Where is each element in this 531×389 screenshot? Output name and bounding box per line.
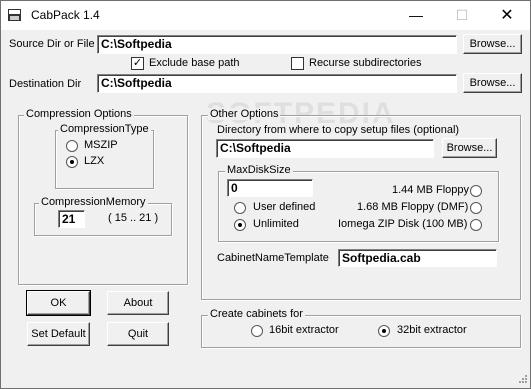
cabinet-name-template-label: CabinetNameTemplate (217, 252, 329, 264)
window-title: CabPack 1.4 (31, 8, 100, 22)
floppy-144-radio[interactable] (470, 185, 482, 197)
source-label: Source Dir or File (9, 38, 95, 50)
recurse-subdirectories-label: Recurse subdirectories (309, 57, 422, 69)
exclude-base-path-checkbox[interactable]: ✓ (131, 57, 144, 70)
resize-grip-icon[interactable] (516, 374, 528, 386)
exclude-base-path-label: Exclude base path (149, 57, 240, 69)
extractor-16bit-label: 16bit extractor (269, 324, 339, 336)
unlimited-label: Unlimited (253, 218, 299, 230)
destination-label: Destination Dir (9, 78, 82, 90)
mszip-label: MSZIP (84, 139, 118, 151)
compression-memory-range: ( 15 .. 21 ) (108, 212, 159, 224)
user-defined-label: User defined (253, 201, 316, 213)
setup-files-browse-button[interactable]: Browse... (442, 138, 497, 158)
setup-files-label: Directory from where to copy setup files… (217, 124, 460, 136)
about-button[interactable]: About (107, 291, 169, 315)
user-defined-radio[interactable] (234, 202, 246, 214)
compression-type-title: CompressionType (58, 123, 151, 135)
title-bar: CabPack 1.4 — ☐ ✕ (1, 1, 530, 30)
floppy-168-radio[interactable] (470, 202, 482, 214)
unlimited-radio[interactable] (234, 219, 246, 231)
maxdisksize-title: MaxDiskSize (225, 164, 293, 176)
mszip-radio[interactable] (66, 140, 78, 152)
cabinet-name-template-input[interactable]: Softpedia.cab (338, 249, 497, 267)
set-default-button[interactable]: Set Default (27, 322, 90, 346)
iomega-zip-radio[interactable] (470, 219, 482, 231)
iomega-zip-label: Iomega ZIP Disk (100 MB) (338, 218, 468, 230)
create-cabinets-title: Create cabinets for (208, 308, 305, 320)
maximize-button[interactable]: ☐ (439, 1, 485, 30)
minimize-button[interactable]: — (393, 1, 439, 30)
floppy-144-label: 1.44 MB Floppy (392, 184, 470, 196)
ok-button[interactable]: OK (26, 290, 91, 316)
extractor-32bit-radio[interactable] (378, 325, 390, 337)
floppy-168-label: 1.68 MB Floppy (DMF) (357, 201, 469, 213)
recurse-subdirectories-checkbox[interactable] (291, 57, 304, 70)
compression-memory-input[interactable]: 21 (58, 210, 85, 228)
setup-files-input[interactable]: C:\Softpedia (216, 139, 434, 158)
lzx-label: LZX (84, 155, 105, 167)
destination-dir-input[interactable]: C:\Softpedia (97, 74, 457, 93)
other-options-title: Other Options (208, 108, 281, 120)
close-button[interactable]: ✕ (484, 1, 530, 30)
extractor-16bit-radio[interactable] (251, 325, 263, 337)
app-icon (8, 9, 21, 21)
main-window: CabPack 1.4 — ☐ ✕ SOFTPEDIA Source Dir o… (0, 0, 531, 389)
source-browse-button[interactable]: Browse... (463, 34, 522, 54)
compression-memory-title: CompressionMemory (39, 196, 148, 208)
compression-options-title: Compression Options (24, 108, 134, 120)
lzx-radio[interactable] (66, 156, 78, 168)
extractor-32bit-label: 32bit extractor (397, 324, 467, 336)
maxdisksize-input[interactable]: 0 (227, 179, 313, 197)
destination-browse-button[interactable]: Browse... (463, 73, 522, 93)
quit-button[interactable]: Quit (107, 322, 169, 346)
source-dir-input[interactable]: C:\Softpedia (97, 35, 457, 54)
